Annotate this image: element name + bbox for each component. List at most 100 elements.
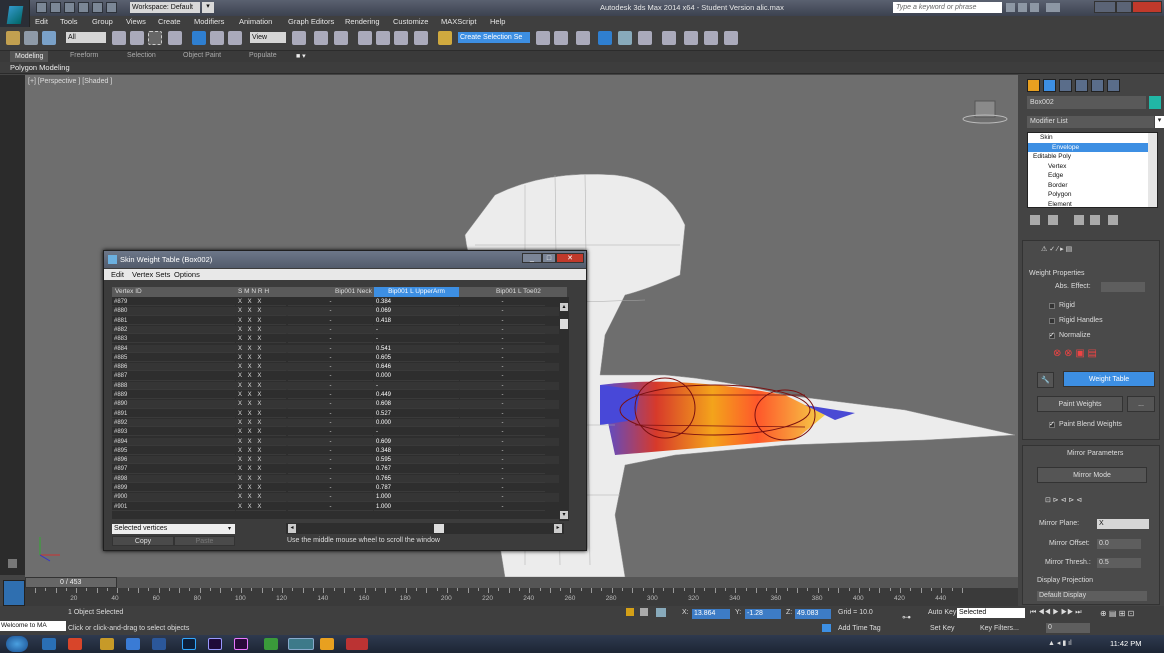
neck-weight-cell[interactable]: -	[288, 428, 373, 437]
select-manipulate-icon[interactable]	[314, 31, 328, 45]
chrome-icon[interactable]	[68, 638, 82, 650]
upperarm-weight-cell[interactable]: 0.595	[374, 456, 459, 465]
flags-cell[interactable]: X X X	[236, 363, 286, 372]
neck-weight-cell[interactable]: -	[288, 456, 373, 465]
vertex-id-cell[interactable]: #895	[112, 447, 235, 456]
normalize-checkbox[interactable]	[1049, 331, 1055, 339]
flags-cell[interactable]: X X X	[236, 400, 286, 409]
keyboard-shortcut-icon[interactable]	[334, 31, 348, 45]
vertex-id-cell[interactable]: #899	[112, 484, 235, 493]
viewport-nav-icons[interactable]: ⊕ ▤ ⊞ ⊡	[1100, 609, 1134, 618]
rigid-checkbox[interactable]	[1049, 303, 1055, 309]
neck-weight-cell[interactable]: -	[288, 410, 373, 418]
neck-weight-cell[interactable]: -	[288, 419, 373, 428]
vertex-id-cell[interactable]: #900	[112, 493, 235, 502]
z-coordinate-field[interactable]: 49.083	[795, 609, 831, 619]
toe02-weight-cell[interactable]: -	[460, 372, 545, 381]
paint-options-button[interactable]: ...	[1127, 396, 1155, 412]
neck-weight-cell[interactable]: -	[288, 484, 373, 493]
neck-weight-cell[interactable]: -	[288, 345, 373, 353]
table-row[interactable]: #893 X X X---	[112, 428, 567, 437]
neck-weight-cell[interactable]: -	[288, 465, 373, 474]
upperarm-weight-cell[interactable]: 0.765	[374, 475, 459, 483]
remove-modifier-icon[interactable]	[1090, 215, 1100, 225]
table-row[interactable]: #885 X X X -0.605-	[112, 353, 567, 363]
flags-cell[interactable]: X X X	[236, 475, 286, 483]
neck-weight-cell[interactable]: -	[288, 438, 373, 446]
abs-effect-spinner[interactable]	[1101, 282, 1145, 292]
scroll-down-icon[interactable]: ▾	[560, 511, 568, 519]
toe02-weight-cell[interactable]: -	[460, 317, 545, 325]
minimize-button[interactable]	[1094, 1, 1116, 13]
x-coordinate-field[interactable]: 13.864	[692, 609, 730, 619]
flags-cell[interactable]: X X X	[236, 493, 286, 502]
upperarm-weight-cell[interactable]: 0.418	[374, 317, 459, 325]
stack-item-vertex[interactable]: Vertex	[1028, 162, 1157, 172]
link-icon[interactable]	[6, 31, 20, 45]
start-button[interactable]	[6, 636, 28, 652]
paint-blend-checkbox[interactable]	[1049, 420, 1055, 428]
isolate-icon[interactable]	[626, 608, 634, 616]
pivot-center-icon[interactable]	[292, 31, 306, 45]
track-bar[interactable]: 20 40 60 80 100 120 140 160 180 200 220 240 260 280 30…	[25, 588, 1018, 608]
object-color-swatch[interactable]	[1149, 96, 1161, 109]
y-coordinate-field[interactable]: -1.28	[745, 609, 781, 619]
save-file-icon[interactable]	[64, 2, 75, 13]
neck-weight-cell[interactable]: -	[288, 307, 373, 316]
create-panel-icon[interactable]	[1027, 79, 1040, 92]
undo-icon[interactable]	[78, 2, 89, 13]
table-row[interactable]: #886 X X X -0.646-	[112, 363, 567, 372]
vertex-id-cell[interactable]: #896	[112, 456, 235, 465]
header-bone-upperarm[interactable]: Bip001 L UpperArm	[374, 287, 459, 297]
mirror-parameters-title[interactable]: Mirror Parameters	[1067, 450, 1123, 457]
scroll-left-icon[interactable]: ◂	[288, 524, 296, 533]
dialog-title-bar[interactable]: Skin Weight Table (Box002) _ □ ✕	[104, 251, 586, 268]
flags-cell[interactable]: X X X	[236, 354, 286, 363]
vertex-id-cell[interactable]: #901	[112, 503, 235, 511]
upperarm-weight-cell[interactable]: 0.348	[374, 447, 459, 456]
vertex-id-cell[interactable]: #884	[112, 345, 235, 353]
weight-tool-icons[interactable]: ⚠ ✓ ⁄ ▸ ▤	[1041, 245, 1072, 253]
mini-curve-editor-icon[interactable]	[3, 580, 25, 606]
upperarm-weight-cell[interactable]: 0.069	[374, 307, 459, 316]
toe02-weight-cell[interactable]: -	[460, 484, 545, 493]
table-row[interactable]: #897 X X X -0.767-	[112, 465, 567, 474]
redo-icon[interactable]	[92, 2, 103, 13]
flags-cell[interactable]: X X X	[236, 382, 286, 390]
add-time-tag-button[interactable]: Add Time Tag	[838, 625, 881, 632]
wrench-icon[interactable]: 🔧	[1037, 372, 1054, 388]
vertex-id-cell[interactable]: #880	[112, 307, 235, 316]
new-file-icon[interactable]	[36, 2, 47, 13]
ie-icon[interactable]	[126, 638, 140, 650]
help-icon[interactable]	[1046, 3, 1060, 12]
chevron-down-icon[interactable]: ▾	[1155, 116, 1164, 128]
object-name-field[interactable]: Box002	[1027, 96, 1146, 109]
ribbon-options-icon[interactable]: ■ ▾	[296, 52, 306, 60]
vertex-id-cell[interactable]: #898	[112, 475, 235, 483]
toe02-weight-cell[interactable]: -	[460, 410, 545, 418]
menu-graph-editors[interactable]: Graph Editors	[288, 17, 334, 26]
vertex-id-cell[interactable]: #883	[112, 335, 235, 344]
weight-table-grid[interactable]: Vertex ID S M N R H Bip001 Neck Bip001 L…	[112, 287, 567, 519]
flags-cell[interactable]: X X X	[236, 307, 286, 316]
neck-weight-cell[interactable]: -	[288, 298, 373, 307]
search-input[interactable]: Type a keyword or phrase	[893, 2, 1002, 13]
upperarm-weight-cell[interactable]: 0.787	[374, 484, 459, 493]
menu-tools[interactable]: Tools	[60, 17, 78, 26]
render-setup-icon[interactable]	[684, 31, 698, 45]
motion-panel-icon[interactable]	[1075, 79, 1088, 92]
stack-item-editable-poly[interactable]: Editable Poly	[1028, 152, 1157, 162]
weight-table-button[interactable]: Weight Table	[1063, 371, 1155, 387]
toe02-weight-cell[interactable]: -	[460, 475, 545, 483]
table-row[interactable]: #883 X X X---	[112, 335, 567, 344]
upperarm-weight-cell[interactable]: 0.609	[374, 438, 459, 446]
toe02-weight-cell[interactable]: -	[460, 335, 545, 344]
flags-cell[interactable]: X X X	[236, 317, 286, 325]
rendered-frame-icon[interactable]	[704, 31, 718, 45]
upperarm-weight-cell[interactable]: 0.608	[374, 400, 459, 409]
upperarm-weight-cell[interactable]: -	[374, 335, 459, 344]
graphite-toggle-icon[interactable]	[598, 31, 612, 45]
current-frame-field[interactable]: 0	[1046, 623, 1090, 633]
hierarchy-panel-icon[interactable]	[1059, 79, 1072, 92]
mirror-paste-icons[interactable]: ⊡ ⊳ ⊲ ⊳ ⊲	[1045, 496, 1082, 504]
